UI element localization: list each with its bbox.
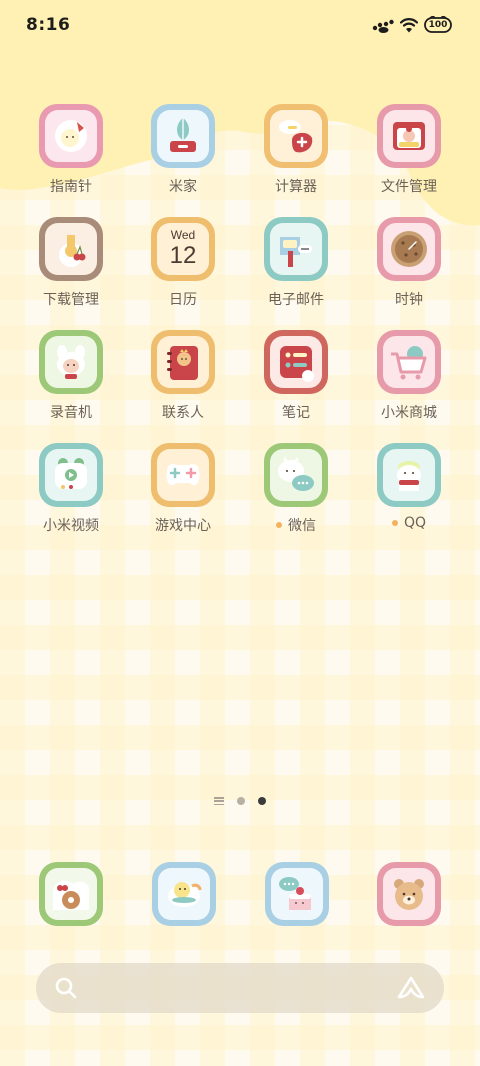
app-wechat[interactable]: 微信 xyxy=(241,443,351,543)
download-icon[interactable] xyxy=(39,217,103,281)
notification-dot xyxy=(276,522,282,528)
wechat-icon[interactable] xyxy=(264,443,328,507)
recorder-icon[interactable] xyxy=(39,330,103,394)
search-bar[interactable] xyxy=(36,963,444,1013)
status-icons: 100 xyxy=(372,16,452,34)
video-icon[interactable] xyxy=(39,443,103,507)
app-email[interactable]: 电子邮件 xyxy=(241,217,351,317)
qq-icon[interactable] xyxy=(377,443,441,507)
app-label: 录音机 xyxy=(50,405,92,421)
status-time: 8:16 xyxy=(26,15,71,35)
email-icon[interactable] xyxy=(264,217,328,281)
battery-indicator: 100 xyxy=(424,16,452,34)
app-mi-store[interactable]: 小米商城 xyxy=(354,330,464,430)
app-label: 小米视频 xyxy=(43,518,99,534)
battery-level: 100 xyxy=(428,20,448,30)
shop-cart-icon[interactable] xyxy=(377,330,441,394)
search-icon[interactable] xyxy=(54,976,78,1000)
app-compass[interactable]: 指南针 xyxy=(16,104,126,204)
compass-icon[interactable] xyxy=(39,104,103,168)
app-notes[interactable]: 笔记 xyxy=(241,330,351,430)
assistant-icon[interactable] xyxy=(396,975,426,1001)
game-controller-icon[interactable] xyxy=(151,443,215,507)
paw-signal-icon xyxy=(372,19,394,33)
dock xyxy=(0,862,480,928)
app-label: 下载管理 xyxy=(43,292,99,308)
app-mi-video[interactable]: 小米视频 xyxy=(16,443,126,543)
app-file-manager[interactable]: 文件管理 xyxy=(354,104,464,204)
app-label-with-dot: 微信 xyxy=(276,515,316,535)
contacts-icon[interactable] xyxy=(151,330,215,394)
page-dot-1[interactable] xyxy=(237,797,245,805)
app-label: 联系人 xyxy=(162,405,204,421)
page-indicator[interactable] xyxy=(0,797,480,805)
app-recorder[interactable]: 录音机 xyxy=(16,330,126,430)
calendar-icon[interactable]: Wed 12 xyxy=(151,217,215,281)
app-label: 电子邮件 xyxy=(268,292,324,308)
app-label: 时钟 xyxy=(395,292,423,308)
app-label: 微信 xyxy=(288,518,316,534)
app-calendar[interactable]: Wed 12 日历 xyxy=(128,217,238,317)
app-mi-home[interactable]: 米家 xyxy=(128,104,238,204)
page-dot-2-active[interactable] xyxy=(258,797,266,805)
app-clock[interactable]: 时钟 xyxy=(354,217,464,317)
app-label: 文件管理 xyxy=(381,179,437,195)
mi-home-icon[interactable] xyxy=(151,104,215,168)
app-label: 计算器 xyxy=(275,179,317,195)
browser-chick-icon[interactable] xyxy=(152,862,216,926)
messages-cake-icon[interactable] xyxy=(265,862,329,926)
file-manager-icon[interactable] xyxy=(377,104,441,168)
calendar-date: 12 xyxy=(169,242,197,269)
phone-donut-icon[interactable] xyxy=(39,862,103,926)
page-indicator-menu-icon[interactable] xyxy=(214,797,224,805)
app-label: 笔记 xyxy=(282,405,310,421)
app-label: 小米商城 xyxy=(381,405,437,421)
app-qq[interactable]: QQ xyxy=(354,443,464,543)
status-bar: 8:16 100 xyxy=(0,0,480,50)
app-download-manager[interactable]: 下载管理 xyxy=(16,217,126,317)
wifi-icon xyxy=(400,18,418,33)
notes-icon[interactable] xyxy=(264,330,328,394)
calendar-day: Wed xyxy=(170,228,196,242)
clock-icon[interactable] xyxy=(377,217,441,281)
app-label-with-dot: QQ xyxy=(391,515,427,531)
app-label: QQ xyxy=(403,515,427,531)
notification-dot xyxy=(391,520,398,526)
app-label: 游戏中心 xyxy=(155,518,211,534)
app-calculator[interactable]: 计算器 xyxy=(241,104,351,204)
app-contacts[interactable]: 联系人 xyxy=(128,330,238,430)
app-label: 日历 xyxy=(169,292,197,308)
camera-bear-icon[interactable] xyxy=(377,862,441,926)
calculator-icon[interactable] xyxy=(264,104,328,168)
app-label: 米家 xyxy=(169,179,197,195)
app-label: 指南针 xyxy=(50,179,92,195)
app-game-center[interactable]: 游戏中心 xyxy=(128,443,238,543)
